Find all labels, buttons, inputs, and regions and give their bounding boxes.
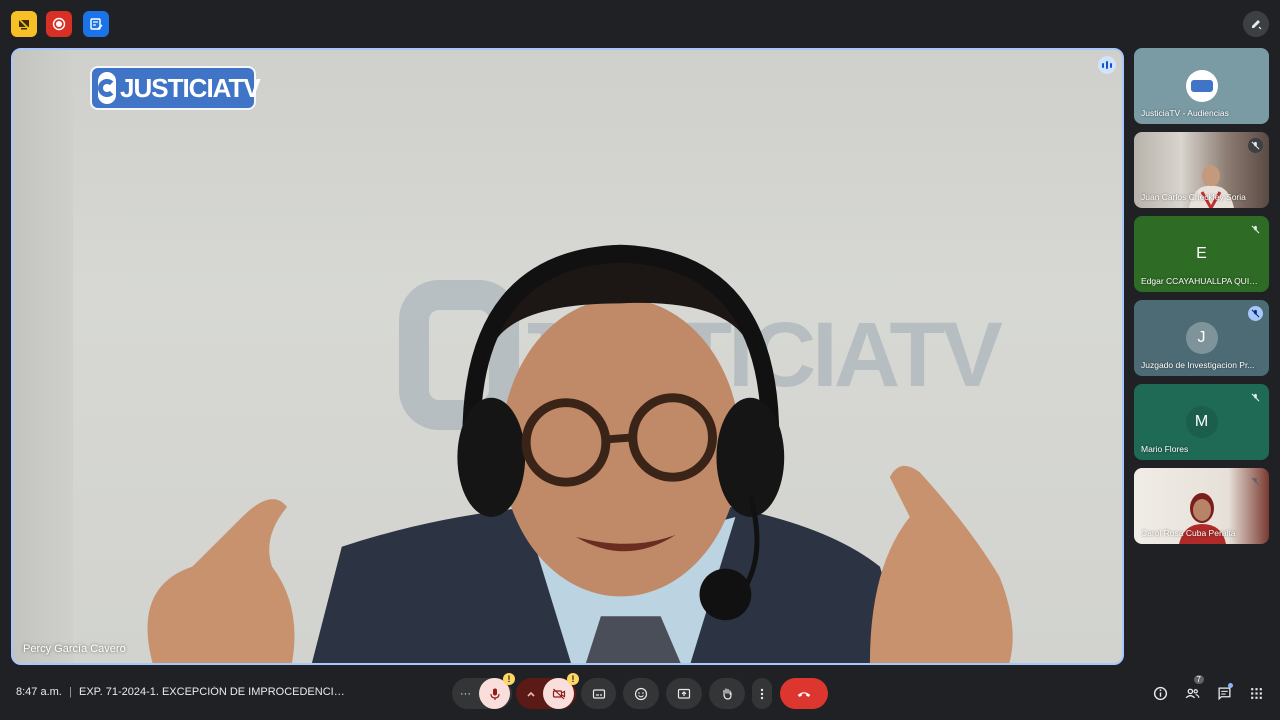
avatar: M — [1185, 406, 1218, 438]
avatar: J — [1185, 322, 1218, 354]
clock: 8:47 a.m. — [16, 686, 62, 698]
camera-warning: ! — [567, 673, 579, 685]
participant-tile[interactable]: JusticiaTV - Audiencias — [1134, 48, 1269, 124]
logo-icon — [1190, 80, 1213, 92]
participant-tile[interactable]: Carol Rosa Cuba Peralta — [1134, 468, 1269, 544]
participant-name: Mario Flores — [1141, 444, 1189, 454]
participant-tile[interactable]: Juan Carlos Checkley Soria — [1134, 132, 1269, 208]
apps-icon — [1250, 687, 1262, 699]
pen-icon — [1252, 20, 1262, 30]
mic-off-icon — [1251, 477, 1260, 486]
speaker-name: Percy García Cavero — [23, 643, 126, 655]
bottom-bar: 8:47 a.m. | EXP. 71-2024-1. EXCEPCIÓN DE… — [0, 672, 1280, 720]
speaker-video — [147, 244, 1013, 663]
screen-share-off-icon — [18, 18, 30, 30]
raise-hand-icon — [723, 687, 732, 700]
participant-name: Carol Rosa Cuba Peralta — [1141, 528, 1236, 538]
meeting-info-button[interactable] — [1151, 684, 1169, 702]
mic-off-icon — [489, 688, 500, 700]
notes-button[interactable] — [83, 11, 109, 37]
emoji-button[interactable] — [623, 678, 659, 709]
speaking-icon — [1102, 62, 1104, 68]
people-count: 7 — [1193, 675, 1204, 684]
chat-unread-dot — [1228, 683, 1233, 688]
main-video-tile[interactable]: JUSTICIATV JUSTICIATV Percy García Caver… — [11, 48, 1124, 665]
mic-off-icon — [1251, 393, 1260, 402]
people-icon — [1185, 688, 1200, 698]
mic-off-indicator — [1248, 222, 1263, 237]
justiciatv-avatar — [1185, 70, 1218, 102]
participant-tile[interactable]: J Juzgado de Investigacion Pr... — [1134, 300, 1269, 376]
mic-warning: ! — [503, 673, 515, 685]
edit-button[interactable] — [1243, 11, 1269, 37]
mic-button[interactable]: ! — [479, 673, 515, 709]
present-icon — [677, 688, 691, 699]
mic-off-icon — [1251, 309, 1260, 318]
avatar: E — [1185, 238, 1218, 270]
participant-tile[interactable]: M Mario Flores — [1134, 384, 1269, 460]
participant-name: Juan Carlos Checkley Soria — [1141, 192, 1246, 202]
mic-off-indicator — [1248, 474, 1263, 489]
participant-name: JusticiaTV - Audiencias — [1141, 108, 1229, 118]
recording-button[interactable] — [46, 11, 72, 37]
activities-button[interactable] — [1247, 684, 1265, 702]
mic-off-indicator — [1248, 138, 1263, 153]
leave-call-button[interactable] — [780, 678, 828, 709]
emoji-icon — [634, 687, 648, 700]
mic-off-icon — [1251, 141, 1260, 150]
mic-off-icon — [1251, 225, 1260, 234]
more-vert-icon — [760, 688, 764, 699]
present-button[interactable] — [666, 678, 702, 709]
separator: | — [69, 686, 72, 698]
camera-off-icon — [552, 688, 565, 699]
participant-tile[interactable]: E Edgar CCAYAHUALLPA QUIS... — [1134, 216, 1269, 292]
participant-name: Edgar CCAYAHUALLPA QUIS... — [1141, 276, 1261, 286]
top-bar — [0, 0, 1280, 48]
screen-share-off-button[interactable] — [11, 11, 37, 37]
speaking-indicator — [1098, 56, 1116, 74]
people-button[interactable]: 7 — [1183, 675, 1204, 702]
meeting-title: EXP. 71-2024-1. EXCEPCIÓN DE IMPROCEDENC… — [79, 686, 349, 698]
camera-button[interactable]: ! — [543, 673, 579, 709]
captions-button[interactable] — [581, 678, 616, 709]
raise-hand-button[interactable] — [709, 678, 745, 709]
more-options-button[interactable] — [752, 678, 772, 709]
captions-icon — [592, 688, 605, 699]
chevron-up-icon[interactable] — [524, 687, 538, 701]
more-audio-options[interactable]: ··· — [460, 688, 471, 700]
info-icon — [1153, 686, 1167, 700]
mic-off-indicator — [1248, 390, 1263, 405]
chat-button[interactable] — [1215, 683, 1233, 702]
notes-icon — [90, 18, 103, 30]
participant-name: Juzgado de Investigacion Pr... — [1141, 360, 1255, 370]
record-icon — [52, 17, 66, 31]
hangup-icon — [797, 691, 811, 697]
mic-off-indicator — [1248, 306, 1263, 321]
